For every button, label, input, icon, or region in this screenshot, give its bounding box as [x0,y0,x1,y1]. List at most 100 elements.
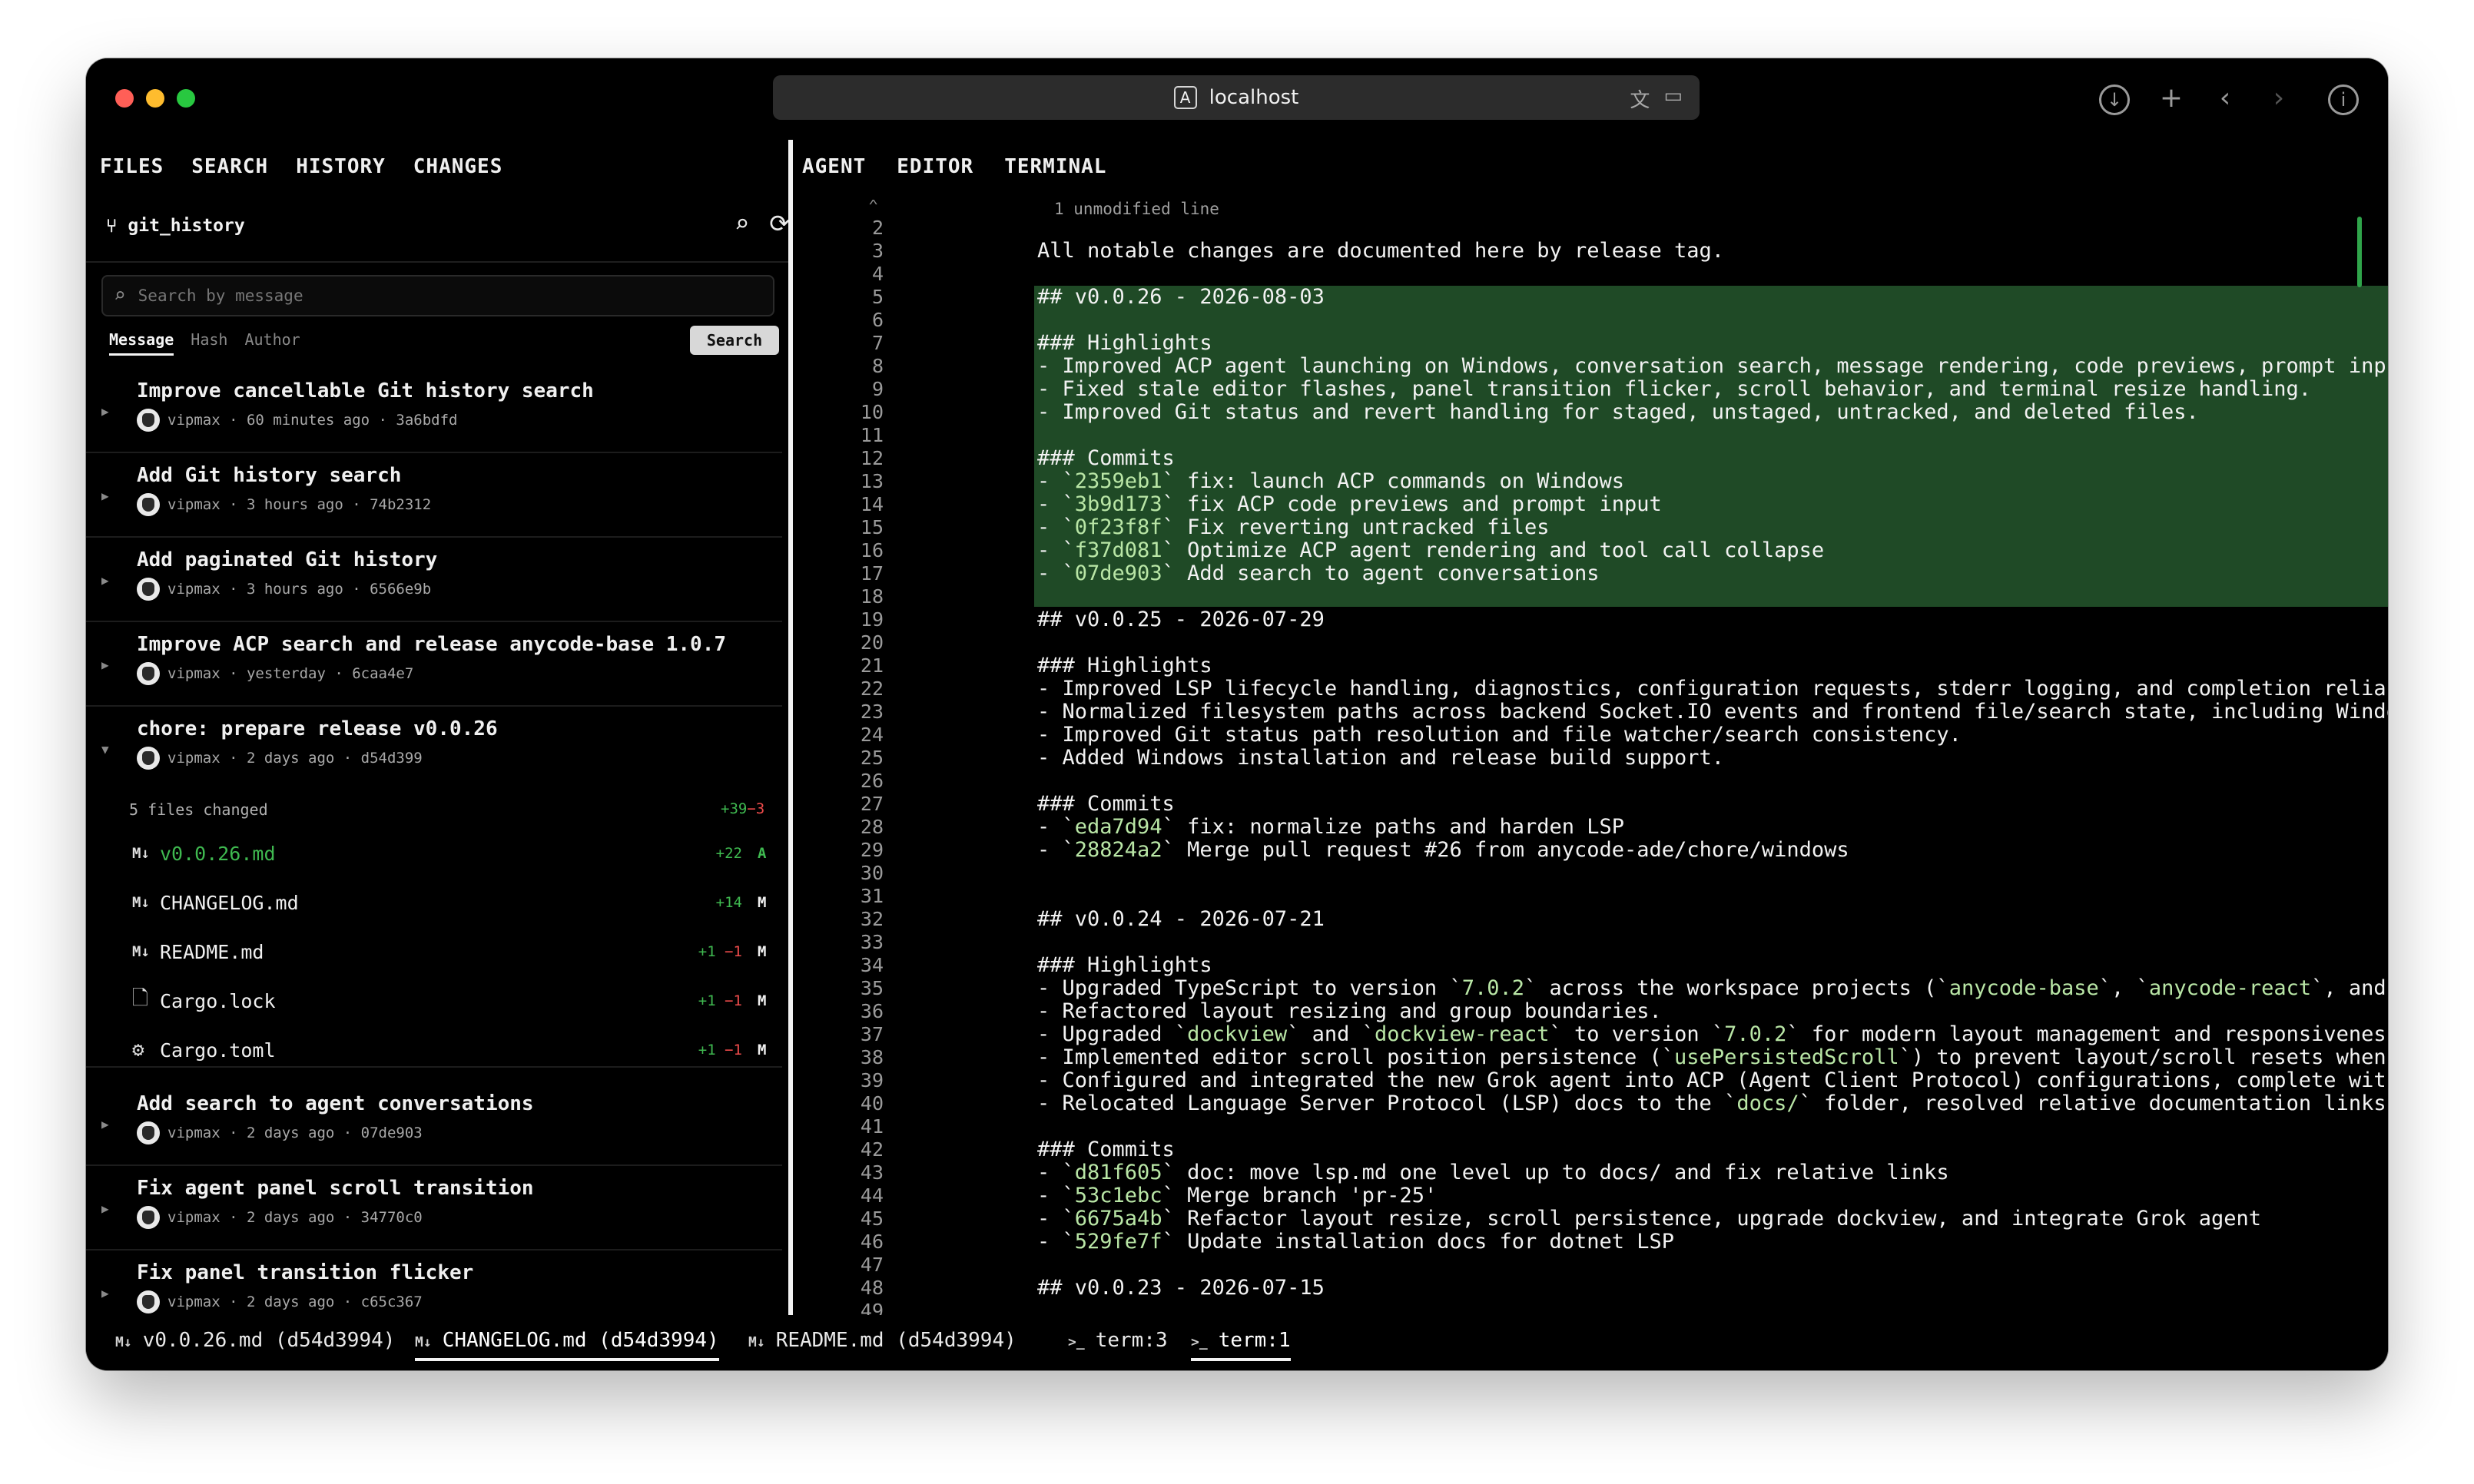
changed-file[interactable]: ⚙ Cargo.toml +1 −1 M [132,1031,770,1069]
tab-editor[interactable]: EDITOR [897,155,973,178]
expand-arrow-icon[interactable]: ▶ [101,1286,109,1300]
editor-line[interactable]: 10 - Improved Git status and revert handl… [793,401,2388,424]
reader-icon[interactable]: ▭ [1663,84,1683,113]
changed-file[interactable]: M↓ v0.0.26.md +22 A [132,834,770,873]
minimize-window-button[interactable] [146,89,164,108]
editor-line[interactable]: 20 [793,631,2388,654]
changed-file[interactable]: M↓ CHANGELOG.md +14 M [132,883,770,922]
expand-arrow-icon[interactable]: ▶ [101,489,109,503]
editor-line[interactable]: 36 - Refactored layout resizing and group… [793,1000,2388,1023]
editor-line[interactable]: 17 - `07de903` Add search to agent conver… [793,562,2388,585]
scrollbar-thumb[interactable] [2357,217,2362,287]
search-button[interactable]: Search [690,326,779,355]
editor-line[interactable]: 39 - Configured and integrated the new Gr… [793,1069,2388,1092]
filter-tab-author[interactable]: Author [244,330,300,356]
refresh-icon[interactable]: ⟳ [769,209,790,238]
editor-line[interactable]: 16 - `f37d081` Optimize ACP agent renderi… [793,539,2388,562]
editor-line[interactable]: 5 ## v0.0.26 - 2026-08-03 [793,286,2388,309]
editor-line[interactable]: 12 ### Commits [793,447,2388,470]
editor-line[interactable]: 42 ### Commits [793,1138,2388,1161]
editor-line[interactable]: 44 - `53c1ebc` Merge branch 'pr-25' [793,1184,2388,1207]
editor-line[interactable]: 40 - Relocated Language Server Protocol (… [793,1092,2388,1115]
collapse-unmodified-icon[interactable]: ⌃ [868,200,878,216]
translate-icon[interactable]: 文 [1630,84,1650,113]
editor-line[interactable]: 25 - Added Windows installation and relea… [793,747,2388,770]
commit-item[interactable]: ▶ Improve cancellable Git history search… [86,367,782,453]
changed-file[interactable]: M↓ README.md +1 −1 M [132,932,770,971]
editor-line[interactable]: 4 [793,263,2388,286]
editor-line[interactable]: 46 - `529fe7f` Update installation docs f… [793,1231,2388,1254]
changed-file[interactable]: 🗋 Cargo.lock +1 −1 M [132,982,770,1020]
editor-line[interactable]: 29 - `28824a2` Merge pull request #26 fro… [793,839,2388,862]
search-icon[interactable]: ⌕ [735,209,749,238]
commit-item[interactable]: ▶ Add Git history search vipmax · 3 hour… [86,452,782,538]
editor-line[interactable]: 6 [793,309,2388,332]
editor-line[interactable]: 47 [793,1254,2388,1277]
editor-line[interactable]: 31 [793,885,2388,908]
tab-history[interactable]: HISTORY [296,155,386,178]
tab-agent[interactable]: AGENT [802,155,866,178]
editor-line[interactable]: 45 - `6675a4b` Refactor layout resize, sc… [793,1207,2388,1231]
editor-line[interactable]: 9 - Fixed stale editor flashes, panel tra… [793,378,2388,401]
editor-line[interactable]: 14 - `3b9d173` fix ACP code previews and … [793,493,2388,516]
terminal-tab-active[interactable]: >_ term:1 [1191,1329,1291,1361]
editor-line[interactable]: 38 - Implemented editor scroll position p… [793,1046,2388,1069]
editor-line[interactable]: 48 ## v0.0.23 - 2026-07-15 [793,1277,2388,1300]
filter-tab-hash[interactable]: Hash [191,330,227,356]
expand-arrow-icon[interactable]: ▶ [101,573,109,588]
editor-line[interactable]: 22 - Improved LSP lifecycle handling, dia… [793,677,2388,701]
editor-line[interactable]: 41 [793,1115,2388,1138]
editor-line[interactable]: 26 [793,770,2388,793]
editor-line[interactable]: 7 ### Highlights [793,332,2388,355]
editor-line[interactable]: 2 [793,217,2388,240]
commit-item[interactable]: ▶ Fix agent panel scroll transition vipm… [86,1164,782,1250]
editor-line[interactable]: 28 - `eda7d94` fix: normalize paths and h… [793,816,2388,839]
editor-line[interactable]: 11 [793,424,2388,447]
expand-arrow-icon[interactable]: ▶ [101,658,109,672]
address-bar[interactable]: A localhost 文 ▭ [773,75,1700,120]
editor-line[interactable]: 18 [793,585,2388,608]
commit-item[interactable]: ▶ Add search to agent conversations vipm… [86,1080,782,1166]
editor-line[interactable]: 33 [793,931,2388,954]
editor-line[interactable]: 13 - `2359eb1` fix: launch ACP commands o… [793,470,2388,493]
download-icon[interactable]: ↓ [2099,84,2130,115]
tab-search[interactable]: SEARCH [191,155,268,178]
file-tab[interactable]: M↓ README.md (d54d3994) [748,1329,1016,1352]
editor-line[interactable]: 32 ## v0.0.24 - 2026-07-21 [793,908,2388,931]
back-icon[interactable]: ‹ [2208,81,2242,115]
editor-line[interactable]: 30 [793,862,2388,885]
file-tab[interactable]: M↓ v0.0.26.md (d54d3994) [115,1329,395,1352]
diff-editor[interactable]: ⌃ 1 unmodified line 2 3 All notable change… [793,200,2388,1344]
file-tab-active[interactable]: M↓ CHANGELOG.md (d54d3994) [415,1329,719,1361]
close-window-button[interactable] [115,89,134,108]
collapse-arrow-icon[interactable]: ▼ [101,742,109,757]
editor-line[interactable]: 24 - Improved Git status path resolution … [793,724,2388,747]
info-icon[interactable]: i [2328,84,2359,115]
forward-icon[interactable]: › [2262,81,2296,115]
commit-item[interactable]: ▶ Improve ACP search and release anycode… [86,621,782,707]
tab-files[interactable]: FILES [100,155,164,178]
editor-line[interactable]: 34 ### Highlights [793,954,2388,977]
tab-changes[interactable]: CHANGES [413,155,503,178]
editor-line[interactable]: 35 - Upgraded TypeScript to version `7.0.… [793,977,2388,1000]
editor-line[interactable]: 23 - Normalized filesystem paths across b… [793,701,2388,724]
unmodified-lines-label[interactable]: 1 unmodified line [1054,200,1219,218]
editor-line[interactable]: 8 - Improved ACP agent launching on Windo… [793,355,2388,378]
commit-item[interactable]: ▶ Add paginated Git history vipmax · 3 h… [86,536,782,622]
plus-icon[interactable]: + [2154,81,2188,115]
zoom-window-button[interactable] [177,89,195,108]
expand-arrow-icon[interactable]: ▶ [101,404,109,419]
editor-line[interactable]: 3 All notable changes are documented here… [793,240,2388,263]
tab-terminal[interactable]: TERMINAL [1004,155,1106,178]
editor-line[interactable]: 21 ### Highlights [793,654,2388,677]
editor-line[interactable]: 43 - `d81f605` doc: move lsp.md one level… [793,1161,2388,1184]
expand-arrow-icon[interactable]: ▶ [101,1201,109,1216]
editor-line[interactable]: 15 - `0f23f8f` Fix reverting untracked fi… [793,516,2388,539]
filter-tab-message[interactable]: Message [109,330,174,356]
editor-line[interactable]: 37 - Upgraded `dockview` and `dockview-re… [793,1023,2388,1046]
editor-line[interactable]: 27 ### Commits [793,793,2388,816]
editor-line[interactable]: 19 ## v0.0.25 - 2026-07-29 [793,608,2388,631]
expand-arrow-icon[interactable]: ▶ [101,1117,109,1131]
terminal-tab[interactable]: >_ term:3 [1068,1329,1168,1352]
search-input[interactable]: ⌕ Search by message [101,275,774,316]
